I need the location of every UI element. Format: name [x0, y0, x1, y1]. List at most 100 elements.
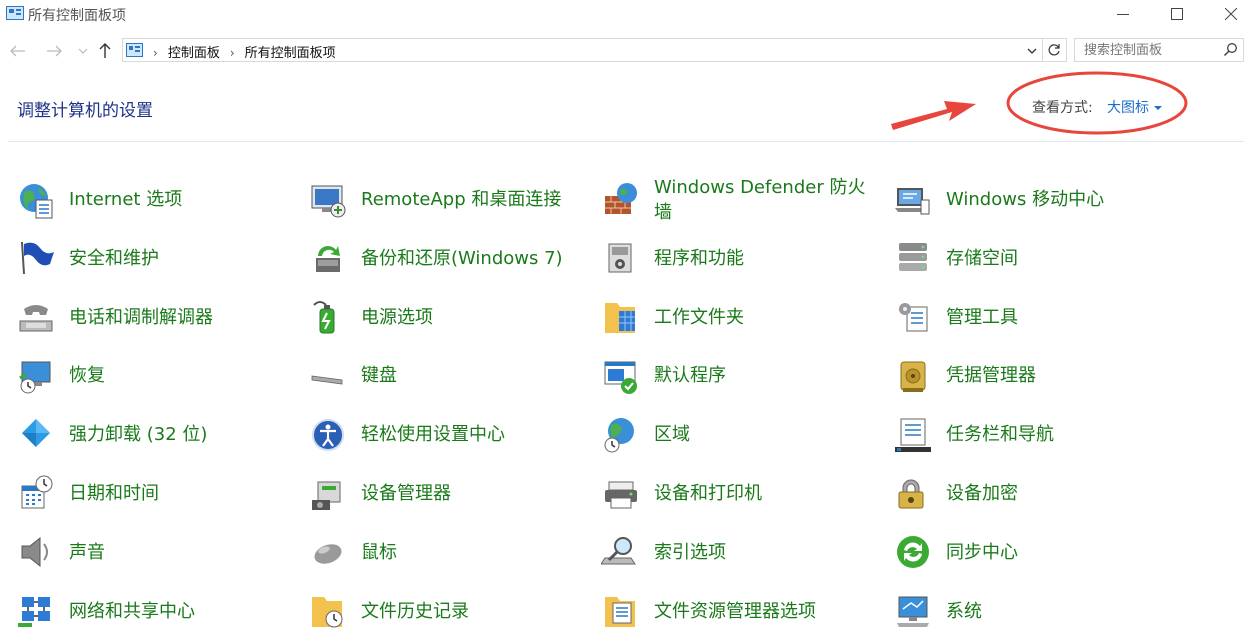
control-panel-item[interactable]: 工作文件夹 — [585, 288, 875, 347]
storage-icon — [899, 243, 927, 272]
control-panel-item[interactable]: 电话和调制解调器 — [0, 288, 290, 347]
control-panel-item[interactable]: 设备管理器 — [292, 464, 582, 523]
control-panel-item-label[interactable]: 键盘 — [361, 363, 397, 388]
control-panel-item-label[interactable]: 恢复 — [69, 363, 105, 388]
control-panel-item[interactable]: 鼠标 — [292, 523, 582, 582]
address-history-button[interactable] — [1023, 42, 1041, 60]
control-panel-item-label[interactable]: 设备和打印机 — [654, 481, 762, 506]
control-panel-item-label[interactable]: 存储空间 — [946, 246, 1018, 271]
search-input[interactable] — [1084, 41, 1214, 59]
device-manager-icon — [312, 481, 341, 510]
back-button[interactable] — [7, 40, 29, 62]
control-panel-item-label[interactable]: 轻松使用设置中心 — [361, 422, 505, 447]
control-panel-item-label[interactable]: Windows 移动中心 — [946, 187, 1104, 212]
control-panel-item[interactable]: 声音 — [0, 523, 290, 582]
breadcrumb-item[interactable]: 控制面板 — [168, 46, 220, 61]
control-panel-item-label[interactable]: 声音 — [69, 540, 105, 565]
control-panel-item-label[interactable]: RemoteApp 和桌面连接 — [361, 187, 561, 212]
control-panel-item[interactable]: 文件历史记录 — [292, 582, 582, 640]
view-by-value[interactable]: 大图标 — [1107, 100, 1149, 116]
control-panel-item[interactable]: 键盘 — [292, 346, 582, 405]
minimize-button[interactable] — [1100, 0, 1146, 28]
control-panel-item[interactable]: 程序和功能 — [585, 229, 875, 288]
control-panel-item[interactable]: 文件资源管理器选项 — [585, 582, 875, 640]
control-panel-item[interactable]: 设备加密 — [877, 464, 1237, 523]
control-panel-item-label[interactable]: 安全和维护 — [69, 246, 159, 271]
control-panel-item-label[interactable]: 网络和共享中心 — [69, 599, 195, 624]
control-panel-item[interactable]: 同步中心 — [877, 523, 1237, 582]
sound-icon — [21, 537, 48, 568]
control-panel-item-label[interactable]: 文件资源管理器选项 — [654, 599, 816, 624]
control-panel-item-label[interactable]: 索引选项 — [654, 540, 726, 565]
control-panel-item-label[interactable]: 电源选项 — [361, 305, 433, 330]
control-panel-item[interactable]: 备份和还原(Windows 7) — [292, 229, 582, 288]
control-panel-item-label[interactable]: 同步中心 — [946, 540, 1018, 565]
control-panel-item[interactable]: 默认程序 — [585, 346, 875, 405]
control-panel-item-label[interactable]: Windows Defender 防火 墙 — [654, 175, 865, 225]
control-panel-item[interactable]: 管理工具 — [877, 288, 1237, 347]
keyboard-icon — [311, 375, 343, 385]
arrow-up-icon — [99, 43, 111, 58]
control-panel-item-label[interactable]: 凭据管理器 — [946, 363, 1036, 388]
control-panel-item-label[interactable]: 程序和功能 — [654, 246, 744, 271]
address-bar[interactable]: › 控制面板 › 所有控制面板项 — [122, 38, 1067, 62]
control-panel-item[interactable]: 任务栏和导航 — [877, 405, 1237, 464]
forward-button[interactable] — [43, 40, 65, 62]
close-button[interactable] — [1208, 0, 1246, 28]
control-panel-item[interactable]: 存储空间 — [877, 229, 1237, 288]
control-panel-item[interactable]: 安全和维护 — [0, 229, 290, 288]
control-panel-item-label[interactable]: 强力卸载 (32 位) — [69, 422, 207, 447]
breadcrumb-item[interactable]: 所有控制面板项 — [245, 46, 336, 61]
backup-icon — [316, 246, 340, 273]
maximize-button[interactable] — [1154, 0, 1200, 28]
remote-icon — [311, 185, 346, 217]
uninstall-icon — [22, 418, 50, 447]
control-panel-item[interactable]: 恢复 — [0, 346, 290, 405]
control-panel-item-label[interactable]: 管理工具 — [946, 305, 1018, 330]
printer-icon — [605, 481, 637, 508]
control-panel-item-label[interactable]: 日期和时间 — [69, 481, 159, 506]
search-box[interactable] — [1074, 38, 1244, 62]
control-panel-item[interactable]: 日期和时间 — [0, 464, 290, 523]
control-panel-item-label[interactable]: 设备加密 — [946, 481, 1018, 506]
control-panel-item-label[interactable]: 任务栏和导航 — [946, 422, 1054, 447]
control-panel-item[interactable]: Internet 选项 — [0, 170, 290, 229]
control-panel-item-label[interactable]: 鼠标 — [361, 540, 397, 565]
control-panel-item-label[interactable]: Internet 选项 — [69, 187, 182, 212]
mobility-icon — [895, 187, 930, 214]
annotation-arrow — [891, 101, 976, 130]
up-button[interactable] — [94, 40, 116, 62]
navigation-bar: › 控制面板 › 所有控制面板项 — [0, 36, 1246, 66]
caret-down-icon — [1154, 106, 1162, 110]
control-panel-item-label[interactable]: 工作文件夹 — [654, 305, 744, 330]
control-panel-icon — [126, 43, 143, 57]
control-panel-item-label[interactable]: 默认程序 — [654, 363, 726, 388]
recent-locations-button[interactable] — [72, 40, 94, 62]
control-panel-item-label[interactable]: 文件历史记录 — [361, 599, 469, 624]
refresh-button[interactable] — [1042, 39, 1064, 61]
network-icon — [18, 597, 50, 628]
control-panel-item-label[interactable]: 区域 — [654, 422, 690, 447]
recovery-icon — [19, 361, 51, 394]
folder-options-icon — [605, 597, 635, 628]
control-panel-item[interactable]: 凭据管理器 — [877, 346, 1237, 405]
control-panel-item-label[interactable]: 系统 — [946, 599, 982, 624]
control-panel-item[interactable]: 索引选项 — [585, 523, 875, 582]
chevron-down-icon — [78, 48, 88, 54]
control-panel-item-label[interactable]: 设备管理器 — [361, 481, 451, 506]
control-panel-item[interactable]: Windows Defender 防火 墙 — [585, 170, 875, 229]
control-panel-item[interactable]: Windows 移动中心 — [877, 170, 1237, 229]
control-panel-item-label[interactable]: 备份和还原(Windows 7) — [361, 246, 563, 271]
control-panel-item[interactable]: 系统 — [877, 582, 1237, 640]
control-panel-item[interactable]: RemoteApp 和桌面连接 — [292, 170, 582, 229]
view-by-dropdown[interactable]: 大图标 — [1107, 97, 1162, 117]
control-panel-item[interactable]: 电源选项 — [292, 288, 582, 347]
control-panel-item[interactable]: 强力卸载 (32 位) — [0, 405, 290, 464]
control-panel-item[interactable]: 网络和共享中心 — [0, 582, 290, 640]
view-by-label: 查看方式: — [1032, 100, 1093, 116]
control-panel-item[interactable]: 区域 — [585, 405, 875, 464]
control-panel-item[interactable]: 轻松使用设置中心 — [292, 405, 582, 464]
control-panel-item[interactable]: 设备和打印机 — [585, 464, 875, 523]
control-panel-item-label[interactable]: 电话和调制解调器 — [69, 305, 213, 330]
search-icon[interactable] — [1223, 42, 1238, 57]
